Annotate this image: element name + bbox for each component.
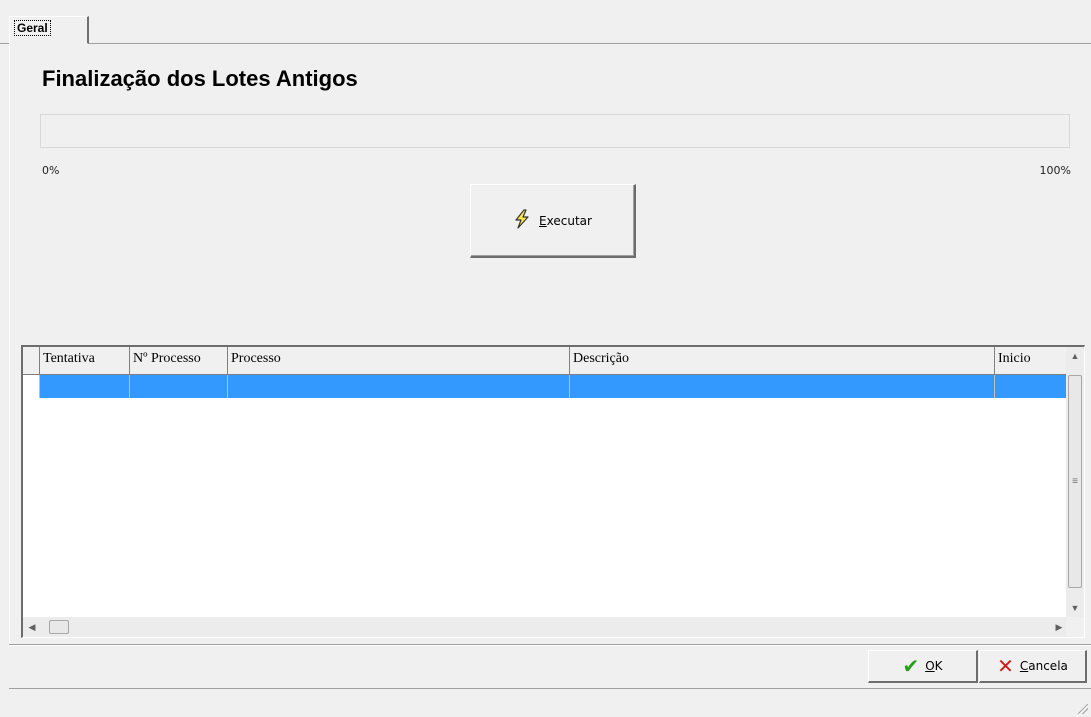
footer-divider <box>9 644 1091 646</box>
cell-tentativa[interactable] <box>40 375 130 398</box>
cancel-button[interactable]: ✕ Cancela <box>979 650 1087 683</box>
column-header-processo[interactable]: Processo <box>228 347 570 375</box>
cell-processo[interactable] <box>228 375 570 398</box>
column-header-descricao[interactable]: Descrição <box>570 347 995 375</box>
tab-page-border <box>9 44 10 644</box>
status-bar <box>9 688 1091 717</box>
row-indicator-header <box>23 347 40 375</box>
column-header-n-processo[interactable]: Nº Processo <box>130 347 228 375</box>
horizontal-scroll-thumb[interactable] <box>49 620 69 634</box>
lightning-bolt-icon <box>513 208 531 233</box>
scrollbar-corner <box>1066 617 1084 637</box>
vertical-scrollbar[interactable]: ▲ ≡ ▼ <box>1066 347 1084 617</box>
progress-min-label: 0% <box>42 164 60 177</box>
ok-button[interactable]: ✔ OK <box>868 650 978 683</box>
ok-button-label: OK <box>925 659 943 673</box>
scroll-left-icon[interactable]: ◀ <box>23 617 41 637</box>
progress-max-label: 100% <box>1039 164 1071 177</box>
resize-grip-icon[interactable] <box>1078 704 1088 714</box>
cancel-button-label: Cancela <box>1019 659 1068 673</box>
x-icon: ✕ <box>997 654 1014 678</box>
main-window: Geral Finalização dos Lotes Antigos 0% 1… <box>0 0 1091 717</box>
page-title: Finalização dos Lotes Antigos <box>42 66 358 91</box>
progress-bar <box>40 114 1070 148</box>
execute-button-label: Executar <box>539 213 592 228</box>
tab-geral-label: Geral <box>14 20 51 36</box>
column-header-tentativa[interactable]: Tentativa <box>40 347 130 375</box>
row-indicator[interactable] <box>23 375 40 398</box>
checkmark-icon: ✔ <box>902 654 920 678</box>
cell-n-processo[interactable] <box>130 375 228 398</box>
horizontal-scrollbar[interactable]: ◀ ▶ <box>23 617 1068 637</box>
scroll-up-icon[interactable]: ▲ <box>1066 347 1084 365</box>
column-header-inicio[interactable]: Inicio <box>995 347 1068 375</box>
cell-inicio[interactable] <box>995 375 1068 398</box>
cell-descricao[interactable] <box>570 375 995 398</box>
scroll-down-icon[interactable]: ▼ <box>1066 599 1084 617</box>
tab-strip: Geral <box>0 0 1091 44</box>
grid-header: Tentativa Nº Processo Processo Descrição… <box>23 347 1068 375</box>
vertical-scroll-thumb[interactable]: ≡ <box>1068 375 1082 588</box>
table-row[interactable] <box>23 375 1068 398</box>
tab-geral[interactable]: Geral <box>9 16 89 44</box>
execute-button[interactable]: Executar <box>470 184 636 258</box>
process-grid[interactable]: Tentativa Nº Processo Processo Descrição… <box>21 345 1085 638</box>
